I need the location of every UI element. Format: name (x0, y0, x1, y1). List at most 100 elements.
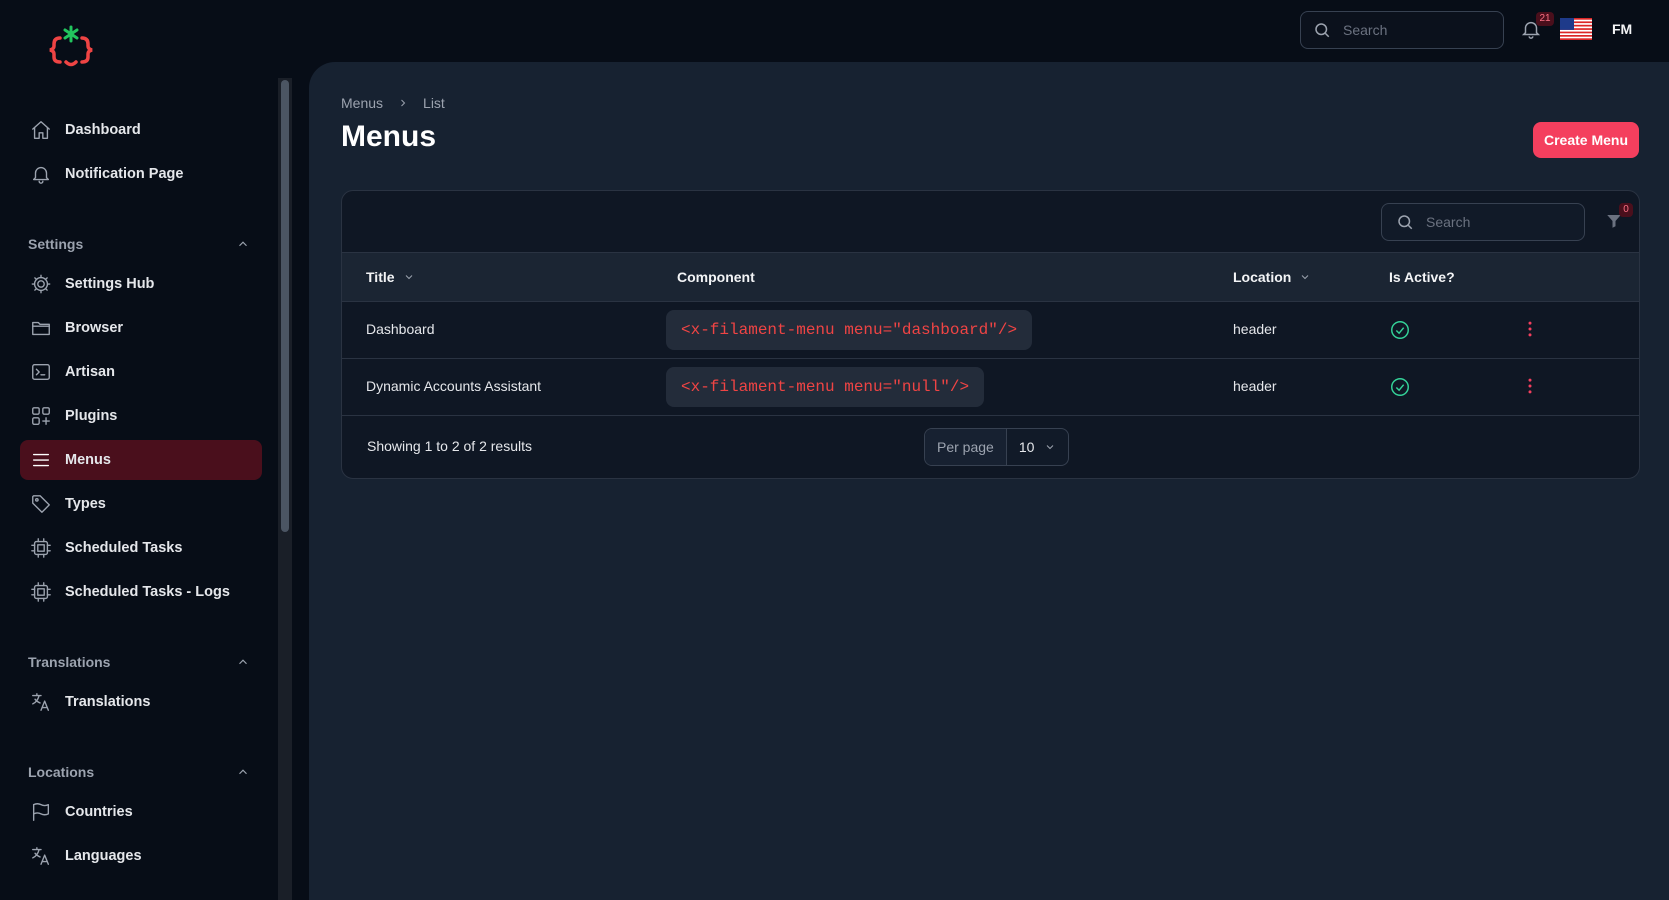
column-header-component: Component (677, 269, 755, 285)
chevron-right-icon (397, 97, 409, 109)
cell-component: <x-filament-menu menu="null"/> (666, 367, 985, 407)
group-toggle-translations[interactable]: Translations (20, 642, 262, 682)
table-footer: Showing 1 to 2 of 2 results Per page 10 (342, 416, 1639, 476)
create-menu-button[interactable]: Create Menu (1533, 122, 1639, 158)
sidebar-item-label: Plugins (65, 408, 118, 424)
sidebar-item-scheduled-tasks[interactable]: Scheduled Tasks (20, 528, 262, 568)
cell-component: <x-filament-menu menu="dashboard"/> (666, 310, 1033, 350)
sidebar-item-languages[interactable]: Languages (20, 836, 262, 876)
sidebar-item-label: Artisan (65, 364, 115, 380)
sidebar-item-label: Scheduled Tasks - Logs (65, 584, 230, 600)
plugins-icon (30, 405, 52, 427)
user-menu-avatar[interactable]: FM (1612, 21, 1632, 37)
sidebar-item-dashboard[interactable]: Dashboard (20, 110, 262, 150)
group-label: Settings (28, 236, 84, 252)
cpu-icon (30, 581, 52, 603)
cell-title: Dynamic Accounts Assistant (366, 378, 542, 394)
sidebar-item-label: Countries (65, 804, 133, 820)
sort-chevron-icon (405, 275, 412, 280)
sidebar-item-plugins[interactable]: Plugins (20, 396, 262, 436)
per-page-value[interactable]: 10 (1007, 439, 1069, 455)
chevron-up-icon (239, 241, 247, 247)
cell-title: Dashboard (366, 321, 435, 337)
search-icon (1315, 23, 1330, 38)
table-row[interactable]: Dashboard <x-filament-menu menu="dashboa… (342, 302, 1639, 359)
bell-icon (30, 163, 52, 185)
table-search-input[interactable] (1424, 213, 1574, 231)
cog-icon (30, 273, 52, 295)
sidebar-scrollbar-thumb[interactable] (281, 80, 289, 532)
sidebar-nav: Dashboard Notification Page Settings Set… (20, 110, 262, 880)
global-search-input[interactable] (1341, 21, 1491, 39)
sidebar-item-menus[interactable]: Menus (20, 440, 262, 480)
global-search[interactable] (1300, 11, 1504, 49)
pagination-summary: Showing 1 to 2 of 2 results (367, 438, 532, 454)
app-logo[interactable] (46, 24, 96, 68)
group-toggle-locations[interactable]: Locations (20, 752, 262, 792)
chevron-up-icon (239, 769, 247, 775)
sidebar-item-label: Scheduled Tasks (65, 540, 183, 556)
sidebar-item-label: Menus (65, 452, 111, 468)
group-label: Locations (28, 764, 95, 780)
breadcrumb-current: List (423, 95, 445, 111)
column-header-location[interactable]: Location (1233, 269, 1311, 285)
column-label: Location (1233, 269, 1292, 285)
filter-count-badge: 0 (1619, 203, 1633, 217)
sidebar-item-label: Dashboard (65, 122, 141, 138)
sidebar-item-artisan[interactable]: Artisan (20, 352, 262, 392)
table-row[interactable]: Dynamic Accounts Assistant <x-filament-m… (342, 359, 1639, 416)
table-toolbar: 0 (342, 191, 1639, 253)
flag-icon (30, 801, 52, 823)
folder-icon (30, 317, 52, 339)
column-header-title[interactable]: Title (366, 269, 415, 285)
main-content: Menus List Menus Create Menu 0 Title Com… (309, 62, 1669, 900)
table-header: Title Component Location Is Active? (342, 253, 1639, 302)
cpu-icon (30, 537, 52, 559)
column-label: Is Active? (1389, 269, 1455, 285)
check-circle-icon (1389, 376, 1411, 398)
column-label: Component (677, 269, 755, 285)
group-label: Translations (28, 654, 111, 670)
per-page-value-text: 10 (1018, 439, 1035, 455)
table-search[interactable] (1381, 203, 1585, 241)
translate-icon (30, 845, 52, 867)
translate-icon (30, 691, 52, 713)
sidebar: Dashboard Notification Page Settings Set… (0, 0, 292, 900)
ellipsis-vertical-icon (1528, 378, 1532, 394)
sidebar-item-label: Notification Page (65, 166, 184, 182)
sidebar-item-translations[interactable]: Translations (20, 682, 262, 722)
terminal-icon (30, 361, 52, 383)
sidebar-item-settings-hub[interactable]: Settings Hub (20, 264, 262, 304)
column-label: Title (366, 269, 395, 285)
group-toggle-settings[interactable]: Settings (20, 224, 262, 264)
sidebar-item-types[interactable]: Types (20, 484, 262, 524)
check-circle-icon (1389, 319, 1411, 341)
row-actions-button[interactable] (1520, 376, 1540, 398)
sidebar-item-browser[interactable]: Browser (20, 308, 262, 348)
breadcrumb: Menus List (341, 95, 445, 111)
column-header-is-active: Is Active? (1389, 269, 1455, 285)
breadcrumb-link-menus[interactable]: Menus (341, 95, 383, 111)
page-title: Menus (341, 120, 437, 153)
chevron-up-icon (239, 659, 247, 665)
per-page-select[interactable]: Per page 10 (924, 428, 1070, 466)
search-icon (1398, 215, 1413, 230)
menu-icon (30, 449, 52, 471)
notification-count-badge: 21 (1536, 12, 1554, 26)
sidebar-item-label: Translations (65, 694, 151, 710)
ellipsis-vertical-icon (1528, 321, 1532, 337)
sidebar-item-countries[interactable]: Countries (20, 792, 262, 832)
tag-icon (30, 493, 52, 515)
row-actions-button[interactable] (1520, 319, 1540, 341)
home-icon (30, 119, 52, 141)
sidebar-item-label: Types (65, 496, 106, 512)
per-page-label: Per page (925, 429, 1007, 465)
cell-location: header (1233, 378, 1277, 394)
sidebar-item-label: Languages (65, 848, 142, 864)
sidebar-item-label: Settings Hub (65, 276, 155, 292)
sort-chevron-icon (1301, 275, 1309, 280)
sidebar-item-scheduled-tasks-logs[interactable]: Scheduled Tasks - Logs (20, 572, 262, 612)
us-flag-icon[interactable] (1560, 18, 1592, 40)
cell-location: header (1233, 321, 1277, 337)
sidebar-item-notification-page[interactable]: Notification Page (20, 154, 262, 194)
